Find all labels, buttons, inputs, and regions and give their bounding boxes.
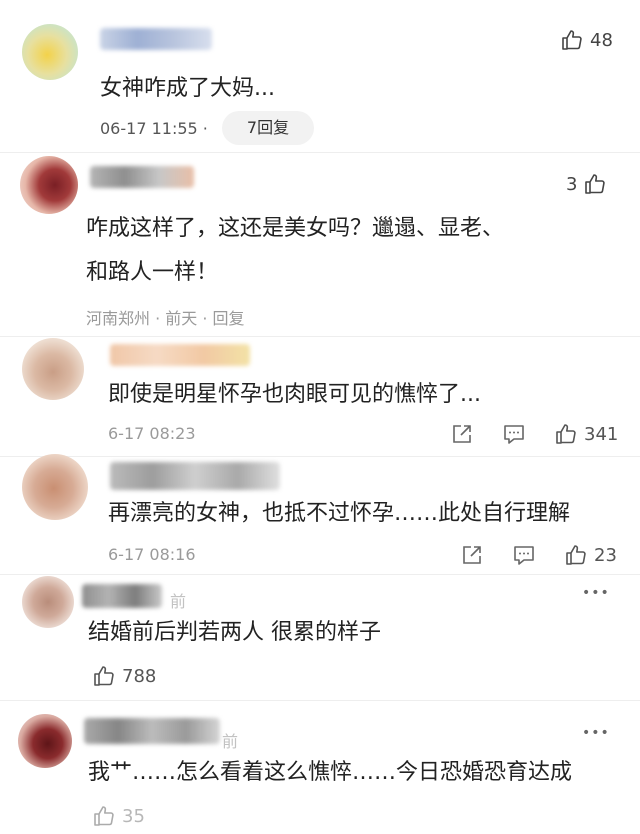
comment-text: 即使是明星怀孕也肉眼可见的憔悴了... xyxy=(108,382,481,407)
avatar[interactable] xyxy=(18,714,72,768)
username-redacted xyxy=(90,166,194,188)
divider xyxy=(0,336,640,337)
divider xyxy=(0,456,640,457)
like-count: 3 xyxy=(566,173,578,195)
thumbs-up-icon xyxy=(564,543,588,567)
avatar[interactable] xyxy=(22,24,78,80)
thumbs-up-icon xyxy=(92,804,116,828)
like-button[interactable]: 35 xyxy=(92,804,145,828)
username-redacted xyxy=(110,344,250,366)
like-count: 48 xyxy=(590,29,613,51)
comment-time: 06-17 11:55 · xyxy=(100,119,208,138)
comment-time: 6-17 08:23 xyxy=(108,424,196,443)
comment-text-line-2: 和路人一样！ xyxy=(86,260,219,285)
more-dots-icon[interactable]: ••• xyxy=(582,585,610,601)
like-button[interactable]: 341 xyxy=(554,422,618,446)
share-icon[interactable] xyxy=(460,543,484,567)
replies-button[interactable]: 7回复 xyxy=(222,111,314,145)
thumbs-up-icon xyxy=(554,422,578,446)
like-button[interactable]: 788 xyxy=(92,664,156,688)
divider xyxy=(0,152,640,153)
thumbs-up-icon xyxy=(92,664,116,688)
comment-text: 结婚前后判若两人 很累的样子 xyxy=(88,620,381,645)
comment-icon[interactable] xyxy=(512,543,536,567)
username-redacted xyxy=(84,718,220,744)
like-button[interactable]: 23 xyxy=(564,543,617,567)
comment-time: 前 xyxy=(170,592,187,611)
like-button[interactable]: 48 xyxy=(560,28,613,52)
like-count: 23 xyxy=(594,544,617,566)
avatar[interactable] xyxy=(20,156,78,214)
comment-meta: 河南郑州 · 前天 · 回复 xyxy=(86,309,245,328)
divider xyxy=(0,574,640,575)
like-count: 788 xyxy=(122,665,157,687)
share-icon[interactable] xyxy=(450,422,474,446)
username-redacted xyxy=(82,584,162,608)
more-dots-icon[interactable]: ••• xyxy=(582,725,610,741)
divider xyxy=(0,700,640,701)
comment-text: 再漂亮的女神，也抵不过怀孕……此处自行理解 xyxy=(108,501,571,526)
avatar[interactable] xyxy=(22,576,74,628)
comment-text: 我艹……怎么看着这么憔悴……今日恐婚恐育达成 xyxy=(88,760,573,785)
thumbs-up-icon xyxy=(560,28,584,52)
comment-text: 女神咋成了大妈... xyxy=(100,76,275,101)
like-count: 35 xyxy=(122,805,145,827)
thumbs-up-icon xyxy=(583,172,607,196)
avatar[interactable] xyxy=(22,454,88,520)
avatar[interactable] xyxy=(22,338,84,400)
like-button[interactable]: 3 xyxy=(566,172,607,196)
comment-text-line-1: 咋成这样了，这还是美女吗？邋遢、显老、 xyxy=(86,216,505,241)
username-redacted xyxy=(110,462,280,490)
comment-time: 前 xyxy=(222,732,239,751)
like-count: 341 xyxy=(584,423,619,445)
username-redacted xyxy=(100,28,212,50)
comment-time: 6-17 08:16 xyxy=(108,545,196,564)
comment-icon[interactable] xyxy=(502,422,526,446)
